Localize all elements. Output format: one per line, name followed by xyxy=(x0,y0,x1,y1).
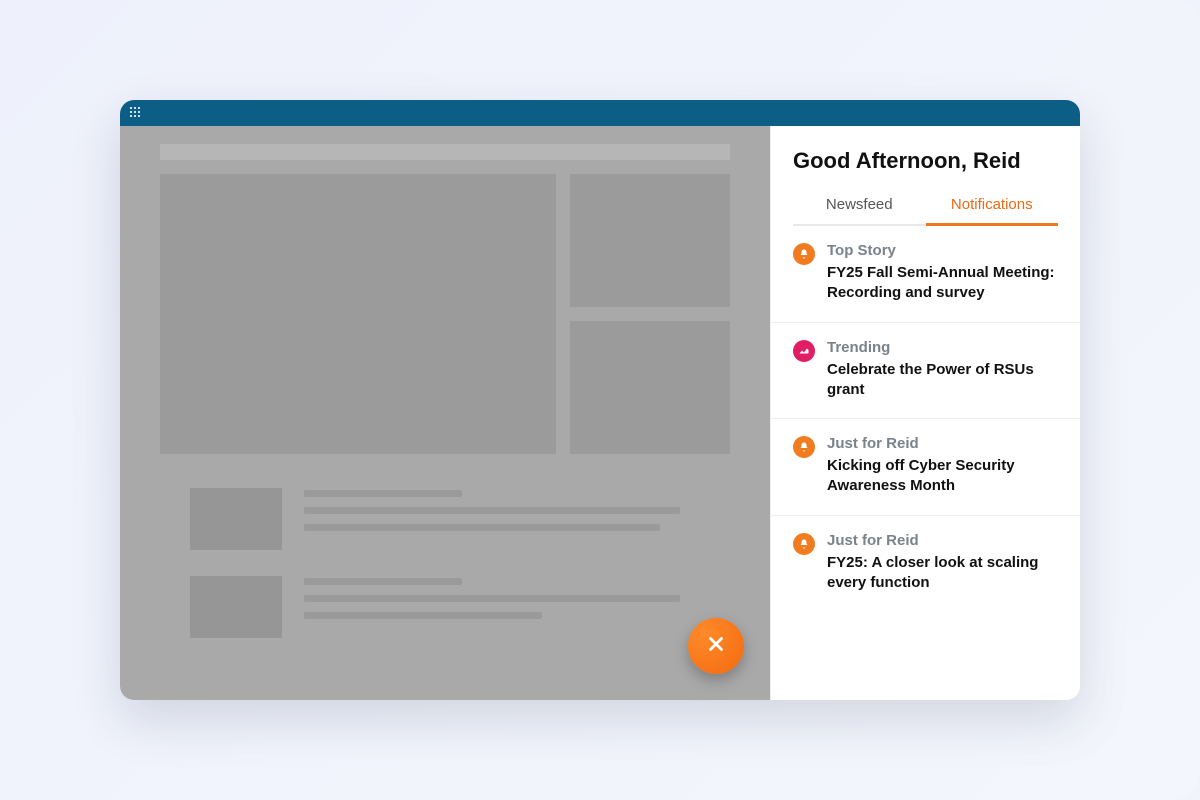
notification-category: Just for Reid xyxy=(827,532,1058,549)
hero-row xyxy=(160,174,730,454)
notification-title: Kicking off Cyber Security Awareness Mon… xyxy=(827,456,1058,497)
tab-notifications[interactable]: Notifications xyxy=(926,188,1059,226)
placeholder-bar xyxy=(160,144,730,160)
thumb-placeholder xyxy=(190,576,282,638)
notification-title: FY25: A closer look at scaling every fun… xyxy=(827,553,1058,594)
greeting-text: Good Afternoon, Reid xyxy=(771,126,1080,188)
main-content-dimmed xyxy=(120,126,770,700)
titlebar xyxy=(120,100,1080,126)
app-menu-icon[interactable] xyxy=(130,107,142,119)
notification-item[interactable]: Just for Reid Kicking off Cyber Security… xyxy=(771,419,1080,516)
list-item xyxy=(190,488,700,550)
notification-list: Top Story FY25 Fall Semi-Annual Meeting:… xyxy=(771,226,1080,700)
notification-category: Just for Reid xyxy=(827,435,1058,452)
notification-title: Celebrate the Power of RSUs grant xyxy=(827,360,1058,401)
thumb-placeholder xyxy=(190,488,282,550)
app-body: Good Afternoon, Reid Newsfeed Notificati… xyxy=(120,126,1080,700)
bell-icon xyxy=(793,436,815,458)
hero-placeholder-large xyxy=(160,174,556,454)
notifications-panel: Good Afternoon, Reid Newsfeed Notificati… xyxy=(770,126,1080,700)
stage: Good Afternoon, Reid Newsfeed Notificati… xyxy=(0,0,1200,800)
text-placeholder xyxy=(304,488,700,550)
list-item xyxy=(190,576,700,638)
trending-icon xyxy=(793,340,815,362)
close-icon xyxy=(705,633,727,660)
hero-placeholder-small xyxy=(570,174,730,307)
notification-item[interactable]: Top Story FY25 Fall Semi-Annual Meeting:… xyxy=(771,226,1080,323)
notification-item[interactable]: Just for Reid FY25: A closer look at sca… xyxy=(771,516,1080,612)
app-window: Good Afternoon, Reid Newsfeed Notificati… xyxy=(120,100,1080,700)
bell-icon xyxy=(793,533,815,555)
notification-category: Trending xyxy=(827,339,1058,356)
tab-newsfeed[interactable]: Newsfeed xyxy=(793,188,926,226)
notification-item[interactable]: Trending Celebrate the Power of RSUs gra… xyxy=(771,323,1080,420)
hero-placeholder-small xyxy=(570,321,730,454)
notification-category: Top Story xyxy=(827,242,1058,259)
placeholder-list xyxy=(160,488,730,638)
panel-tabs: Newsfeed Notifications xyxy=(771,188,1080,226)
bell-icon xyxy=(793,243,815,265)
notification-title: FY25 Fall Semi-Annual Meeting: Recording… xyxy=(827,263,1058,304)
text-placeholder xyxy=(304,576,700,638)
close-panel-button[interactable] xyxy=(688,618,744,674)
hero-side-column xyxy=(570,174,730,454)
